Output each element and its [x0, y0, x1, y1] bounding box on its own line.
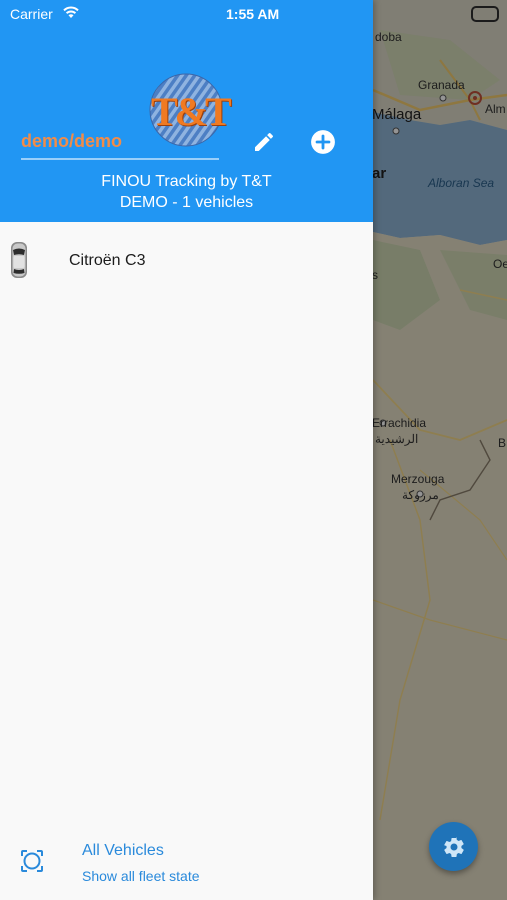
wifi-icon: [63, 6, 79, 18]
settings-button[interactable]: [429, 822, 478, 871]
plus-circle-icon: [311, 130, 335, 154]
account-name: demo/demo: [21, 131, 123, 151]
header-title-line1: FINOU Tracking by T&T: [101, 173, 272, 190]
status-time: 1:55 AM: [226, 6, 280, 22]
fleet-overview-icon: [21, 850, 43, 872]
vehicle-name: Citroën C3: [69, 252, 146, 269]
pencil-icon: [255, 132, 274, 151]
all-vehicles-title: All Vehicles: [82, 842, 164, 859]
drawer-header: Carrier 1:55 AM T&T demo/demo FINOU Trac…: [0, 0, 373, 222]
account-selector[interactable]: demo/demo: [21, 128, 219, 160]
all-vehicles-item[interactable]: All Vehicles Show all fleet state: [0, 836, 373, 892]
header-title-line2: DEMO - 1 vehicles: [119, 194, 254, 211]
all-vehicles-subtitle: Show all fleet state: [82, 868, 200, 884]
status-bar: Carrier 1:55 AM: [0, 0, 373, 28]
gear-icon: [443, 836, 464, 857]
header-title: FINOU Tracking by T&T DEMO - 1 vehicles: [0, 171, 373, 213]
add-account-button[interactable]: [309, 128, 337, 156]
battery-icon: [471, 6, 499, 22]
carrier-label: Carrier: [10, 6, 53, 22]
car-icon: [11, 242, 27, 278]
vehicle-list-item[interactable]: Citroën C3: [0, 238, 373, 283]
edit-account-button[interactable]: [250, 128, 278, 156]
navigation-drawer: Carrier 1:55 AM T&T demo/demo FINOU Trac…: [0, 0, 373, 900]
